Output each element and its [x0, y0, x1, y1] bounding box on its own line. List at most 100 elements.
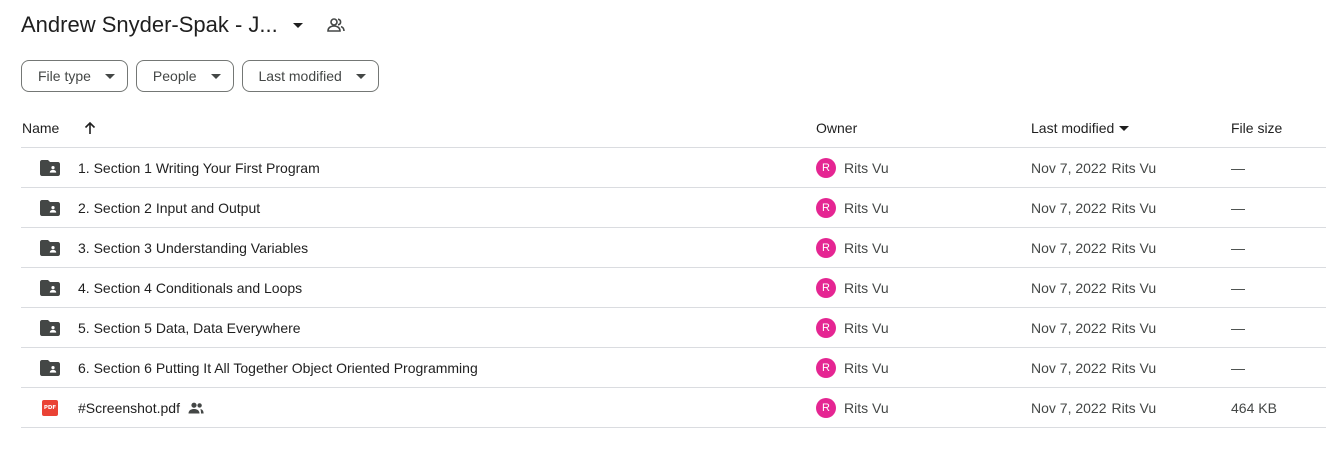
- table-row[interactable]: 4. Section 4 Conditionals and Loops R Ri…: [21, 268, 1326, 308]
- file-name-cell[interactable]: 3. Section 3 Understanding Variables: [78, 228, 308, 268]
- avatar[interactable]: R: [816, 158, 836, 178]
- table-row[interactable]: 1. Section 1 Writing Your First Program …: [21, 148, 1326, 188]
- modified-date: Nov 7, 2022: [1031, 400, 1107, 416]
- owner-cell: R Rits Vu: [816, 148, 889, 188]
- file-size-cell: 464 KB: [1231, 400, 1277, 416]
- modified-date: Nov 7, 2022: [1031, 360, 1107, 376]
- file-size-cell: —: [1231, 320, 1245, 336]
- modified-by: Rits Vu: [1111, 400, 1157, 416]
- file-name-cell[interactable]: 1. Section 1 Writing Your First Program: [78, 148, 320, 188]
- avatar[interactable]: R: [816, 238, 836, 258]
- owner-cell: R Rits Vu: [816, 308, 889, 348]
- column-header-last-modified[interactable]: Last modified: [1031, 108, 1130, 148]
- file-name: 3. Section 3 Understanding Variables: [78, 240, 309, 256]
- file-name-cell[interactable]: 4. Section 4 Conditionals and Loops: [78, 268, 302, 308]
- modified-by: Rits Vu: [1111, 240, 1157, 256]
- file-name-cell[interactable]: 2. Section 2 Input and Output: [78, 188, 260, 228]
- column-header-owner[interactable]: Owner: [816, 108, 857, 148]
- filter-chips: File type People Last modified: [21, 60, 379, 92]
- table-row[interactable]: 5. Section 5 Data, Data Everywhere R Rit…: [21, 308, 1326, 348]
- file-name-cell[interactable]: 6. Section 6 Putting It All Together Obj…: [78, 348, 478, 388]
- column-header-file-size[interactable]: File size: [1231, 108, 1282, 148]
- file-name: 6. Section 6 Putting It All Together Obj…: [78, 360, 478, 376]
- file-size-cell: —: [1231, 280, 1245, 296]
- column-header-last-modified-label: Last modified: [1031, 120, 1115, 136]
- last-modified-cell: Nov 7, 2022 Rits Vu: [1031, 308, 1156, 348]
- file-size-cell: —: [1231, 200, 1245, 216]
- last-modified-cell: Nov 7, 2022 Rits Vu: [1031, 148, 1156, 188]
- owner-name: Rits Vu: [844, 400, 889, 416]
- owner-name: Rits Vu: [844, 200, 889, 216]
- pdf-file-icon: PDF: [39, 388, 61, 428]
- people-outline-icon[interactable]: [325, 14, 347, 36]
- table-header: Name Owner Last modified File size: [21, 108, 1326, 148]
- table-row[interactable]: PDF #Screenshot.pdf R Rits Vu Nov 7, 202…: [21, 388, 1326, 428]
- modified-date: Nov 7, 2022: [1031, 200, 1107, 216]
- folder-icon: [39, 308, 61, 348]
- table-row[interactable]: 2. Section 2 Input and Output R Rits Vu …: [21, 188, 1326, 228]
- arrow-drop-down-icon: [1119, 125, 1130, 131]
- chevron-down-icon: [210, 71, 221, 81]
- last-modified-cell: Nov 7, 2022 Rits Vu: [1031, 348, 1156, 388]
- file-type-filter[interactable]: File type: [21, 60, 128, 92]
- owner-cell: R Rits Vu: [816, 388, 889, 428]
- last-modified-cell: Nov 7, 2022 Rits Vu: [1031, 228, 1156, 268]
- folder-title-bar: Andrew Snyder-Spak - J...: [21, 8, 347, 42]
- modified-date: Nov 7, 2022: [1031, 240, 1107, 256]
- file-name-cell[interactable]: #Screenshot.pdf: [78, 388, 204, 428]
- last-modified-cell: Nov 7, 2022 Rits Vu: [1031, 388, 1156, 428]
- folder-title[interactable]: Andrew Snyder-Spak - J...: [21, 12, 278, 38]
- file-name: #Screenshot.pdf: [78, 400, 180, 416]
- people-filter[interactable]: People: [135, 60, 234, 92]
- modified-by: Rits Vu: [1111, 360, 1157, 376]
- modified-date: Nov 7, 2022: [1031, 320, 1107, 336]
- last-modified-cell: Nov 7, 2022 Rits Vu: [1031, 188, 1156, 228]
- modified-by: Rits Vu: [1111, 280, 1157, 296]
- pdf-badge-label: PDF: [42, 400, 58, 416]
- avatar[interactable]: R: [816, 198, 836, 218]
- owner-name: Rits Vu: [844, 160, 889, 176]
- owner-cell: R Rits Vu: [816, 268, 889, 308]
- owner-name: Rits Vu: [844, 280, 889, 296]
- avatar[interactable]: R: [816, 358, 836, 378]
- owner-name: Rits Vu: [844, 240, 889, 256]
- file-name: 2. Section 2 Input and Output: [78, 200, 261, 216]
- modified-by: Rits Vu: [1111, 160, 1157, 176]
- file-list: Name Owner Last modified File size 1. Se…: [21, 108, 1326, 428]
- folder-icon: [39, 348, 61, 388]
- chevron-down-icon: [104, 71, 115, 81]
- owner-cell: R Rits Vu: [816, 228, 889, 268]
- modified-date: Nov 7, 2022: [1031, 280, 1107, 296]
- file-name: 4. Section 4 Conditionals and Loops: [78, 280, 303, 296]
- last-modified-cell: Nov 7, 2022 Rits Vu: [1031, 268, 1156, 308]
- modified-by: Rits Vu: [1111, 320, 1157, 336]
- folder-icon: [39, 228, 61, 268]
- modified-date: Nov 7, 2022: [1031, 160, 1107, 176]
- file-size-cell: —: [1231, 240, 1245, 256]
- table-row[interactable]: 3. Section 3 Understanding Variables R R…: [21, 228, 1326, 268]
- file-name: 1. Section 1 Writing Your First Program: [78, 160, 320, 176]
- last-modified-filter[interactable]: Last modified: [241, 60, 379, 92]
- column-header-name[interactable]: Name: [22, 108, 59, 148]
- chip-label: File type: [38, 68, 91, 84]
- table-body: 1. Section 1 Writing Your First Program …: [21, 148, 1326, 428]
- table-row[interactable]: 6. Section 6 Putting It All Together Obj…: [21, 348, 1326, 388]
- modified-by: Rits Vu: [1111, 200, 1157, 216]
- avatar[interactable]: R: [816, 318, 836, 338]
- arrow-upward-icon[interactable]: [81, 119, 99, 137]
- owner-name: Rits Vu: [844, 320, 889, 336]
- folder-icon: [39, 268, 61, 308]
- avatar[interactable]: R: [816, 398, 836, 418]
- file-name-cell[interactable]: 5. Section 5 Data, Data Everywhere: [78, 308, 301, 348]
- arrow-drop-down-icon[interactable]: [288, 15, 308, 35]
- chip-label: People: [152, 68, 197, 84]
- chip-label: Last modified: [258, 68, 342, 84]
- folder-icon: [39, 188, 61, 228]
- avatar[interactable]: R: [816, 278, 836, 298]
- owner-cell: R Rits Vu: [816, 188, 889, 228]
- file-size-cell: —: [1231, 160, 1245, 176]
- folder-icon: [39, 148, 61, 188]
- owner-cell: R Rits Vu: [816, 348, 889, 388]
- file-name: 5. Section 5 Data, Data Everywhere: [78, 320, 301, 336]
- shared-people-icon: [188, 402, 204, 414]
